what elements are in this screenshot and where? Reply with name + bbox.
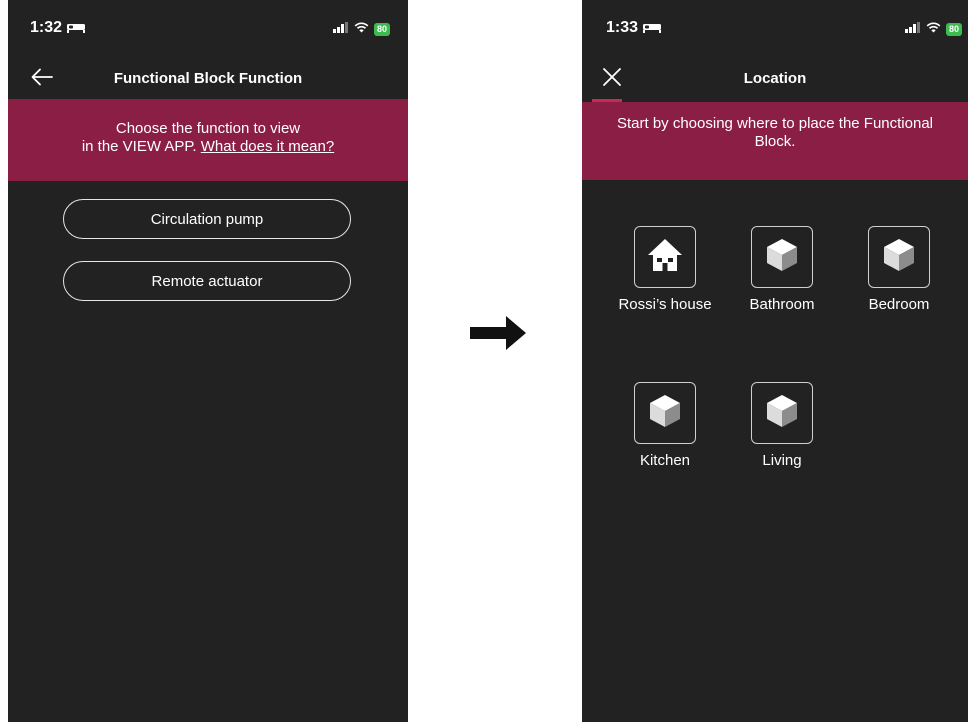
option-circulation-pump-button[interactable]: Circulation pump <box>63 199 351 239</box>
battery-indicator: 80 <box>373 22 390 36</box>
location-tile <box>634 382 696 444</box>
nav-bar: Functional Block Function <box>8 62 408 98</box>
cube-icon <box>765 237 799 278</box>
wifi-icon <box>354 20 369 38</box>
right-arrow-icon <box>470 316 526 355</box>
status-bar: 1:32 80 <box>8 0 408 62</box>
location-tile <box>751 382 813 444</box>
phone-screen-location: 1:33 80 Location Start by choosing where… <box>582 0 968 722</box>
location-bedroom[interactable]: Bedroom <box>844 226 954 313</box>
location-label: Kitchen <box>639 452 691 469</box>
location-label: Bathroom <box>749 296 815 313</box>
status-time: 1:32 <box>30 19 63 36</box>
location-rossis-house[interactable]: Rossi’s house <box>610 226 720 313</box>
location-tile <box>868 226 930 288</box>
location-kitchen[interactable]: Kitchen <box>610 382 720 469</box>
location-tile <box>634 226 696 288</box>
page-title: Functional Block Function <box>113 70 303 87</box>
wifi-icon <box>926 20 941 38</box>
location-bathroom[interactable]: Bathroom <box>727 226 837 313</box>
status-indicators: 80 <box>332 20 390 38</box>
status-indicators: 80 <box>904 20 962 38</box>
location-label: Rossi’s house <box>618 296 712 313</box>
location-label: Bedroom <box>868 296 930 313</box>
banner-line-2: in the VIEW APP. What does it mean? <box>8 138 408 156</box>
status-time: 1:33 <box>606 19 639 36</box>
cube-icon <box>882 237 916 278</box>
nav-bar: Location <box>582 62 968 98</box>
option-remote-actuator-button[interactable]: Remote actuator <box>63 261 351 301</box>
banner-text: Start by choosing where to place the Fun… <box>616 115 934 150</box>
phone-screen-functional-block-function: 1:32 80 Functional Block Function Choose… <box>8 0 408 722</box>
what-does-it-mean-link[interactable]: What does it mean? <box>201 138 334 155</box>
info-banner: Choose the function to view in the VIEW … <box>8 99 408 181</box>
sleep-mode-icon <box>642 22 662 34</box>
info-banner: Start by choosing where to place the Fun… <box>582 102 968 180</box>
status-time-group: 1:32 <box>30 19 86 37</box>
banner-line-1: Choose the function to view <box>115 120 301 137</box>
page-title: Location <box>743 70 807 87</box>
status-time-group: 1:33 <box>606 19 662 37</box>
cellular-signal-icon <box>332 20 349 38</box>
cellular-signal-icon <box>904 20 921 38</box>
status-bar: 1:33 80 <box>582 0 968 62</box>
sleep-mode-icon <box>66 22 86 34</box>
cube-icon <box>765 393 799 434</box>
battery-indicator: 80 <box>945 22 962 36</box>
house-icon <box>646 236 684 279</box>
banner-line-2-text: in the VIEW APP. <box>81 138 201 155</box>
location-label: Living <box>762 452 802 469</box>
cube-icon <box>648 393 682 434</box>
location-living[interactable]: Living <box>727 382 837 469</box>
location-tile <box>751 226 813 288</box>
